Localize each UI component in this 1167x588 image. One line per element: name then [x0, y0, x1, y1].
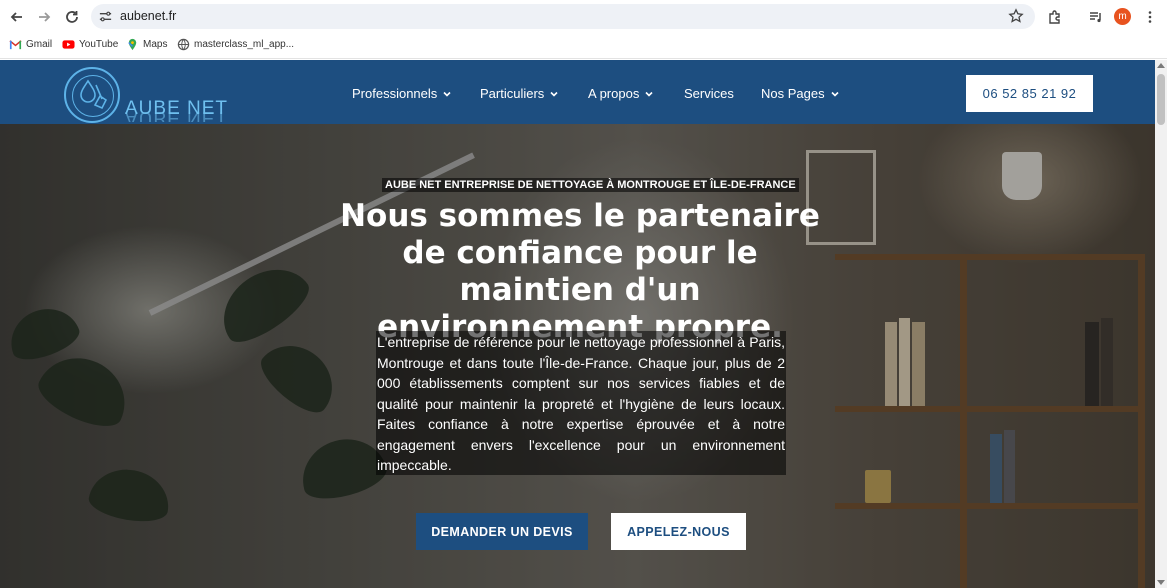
hero-eyebrow: AUBE NET ENTREPRISE DE NETTOYAGE À MONTR… — [382, 178, 799, 192]
forward-button[interactable] — [32, 5, 56, 29]
bookmark-gmail[interactable]: Gmail — [9, 38, 52, 51]
bookmark-maps[interactable]: Maps — [126, 38, 167, 51]
media-queue-icon — [1090, 12, 1101, 23]
arrow-right-icon — [39, 12, 51, 22]
website-viewport: AUBE NET AUBE NET Professionnels Particu… — [0, 60, 1155, 588]
chevron-down-icon — [645, 91, 653, 97]
bookmark-label: YouTube — [79, 39, 119, 50]
request-quote-button[interactable]: DEMANDER UN DEVIS — [416, 513, 588, 550]
nav-particuliers[interactable]: Particuliers — [480, 86, 559, 101]
page-scrollbar[interactable] — [1155, 60, 1167, 588]
hero-description: L'entreprise de référence pour le nettoy… — [377, 334, 785, 473]
bookmarks-bar: Gmail YouTube Maps masterclass_ml_app... — [0, 33, 1167, 59]
nav-services[interactable]: Services — [684, 86, 734, 101]
chevron-down-icon — [550, 91, 558, 97]
nav-label: Particuliers — [480, 86, 545, 101]
call-us-button[interactable]: APPELEZ-NOUS — [611, 513, 746, 550]
profile-avatar[interactable]: m — [1114, 8, 1131, 25]
extensions-button[interactable] — [1043, 5, 1067, 29]
logo-emblem-icon[interactable] — [64, 67, 120, 123]
bookmark-youtube[interactable]: YouTube — [62, 38, 118, 51]
broom-drop-icon — [80, 79, 108, 110]
address-bar[interactable]: aubenet.fr — [91, 4, 1035, 29]
nav-a-propos[interactable]: A propos — [588, 86, 654, 101]
nav-label: A propos — [588, 86, 640, 101]
bookmark-label: Gmail — [26, 39, 53, 50]
chevron-down-icon — [443, 91, 451, 97]
scroll-down-arrow-icon[interactable] — [1157, 580, 1165, 585]
bookmark-label: Maps — [143, 39, 168, 50]
url-text[interactable]: aubenet.fr — [120, 9, 176, 23]
logo-text-reflection: AUBE NET — [125, 112, 228, 122]
puzzle-icon — [1049, 10, 1060, 24]
chevron-down-icon — [831, 91, 839, 97]
bookmark-masterclass[interactable]: masterclass_ml_app... — [177, 38, 294, 51]
nav-label: Professionnels — [352, 86, 438, 101]
gmail-icon — [9, 40, 22, 50]
nav-professionnels[interactable]: Professionnels — [352, 86, 452, 101]
media-button[interactable] — [1084, 5, 1108, 29]
youtube-icon — [62, 40, 75, 49]
scroll-up-arrow-icon[interactable] — [1157, 63, 1165, 68]
tune-icon[interactable] — [98, 9, 113, 24]
arrow-left-icon — [10, 12, 22, 22]
hero-headline: Nous sommes le partenaire de confiance p… — [340, 198, 820, 345]
reload-button[interactable] — [60, 5, 84, 29]
scrollbar-thumb[interactable] — [1157, 74, 1165, 125]
kebab-menu-icon — [1148, 11, 1152, 23]
reload-icon — [66, 11, 78, 23]
browser-menu-button[interactable] — [1138, 5, 1162, 29]
maps-icon — [128, 38, 137, 51]
nav-nos-pages[interactable]: Nos Pages — [761, 86, 840, 101]
browser-toolbar: aubenet.fr m — [0, 0, 1167, 33]
nav-label: Nos Pages — [761, 86, 825, 101]
site-header: AUBE NET AUBE NET Professionnels Particu… — [0, 60, 1155, 124]
nav-label: Services — [684, 86, 734, 101]
back-button[interactable] — [5, 5, 29, 29]
star-icon[interactable] — [1008, 8, 1024, 24]
phone-button[interactable]: 06 52 85 21 92 — [966, 75, 1093, 112]
bookmark-label: masterclass_ml_app... — [194, 39, 295, 50]
globe-icon — [177, 38, 190, 51]
